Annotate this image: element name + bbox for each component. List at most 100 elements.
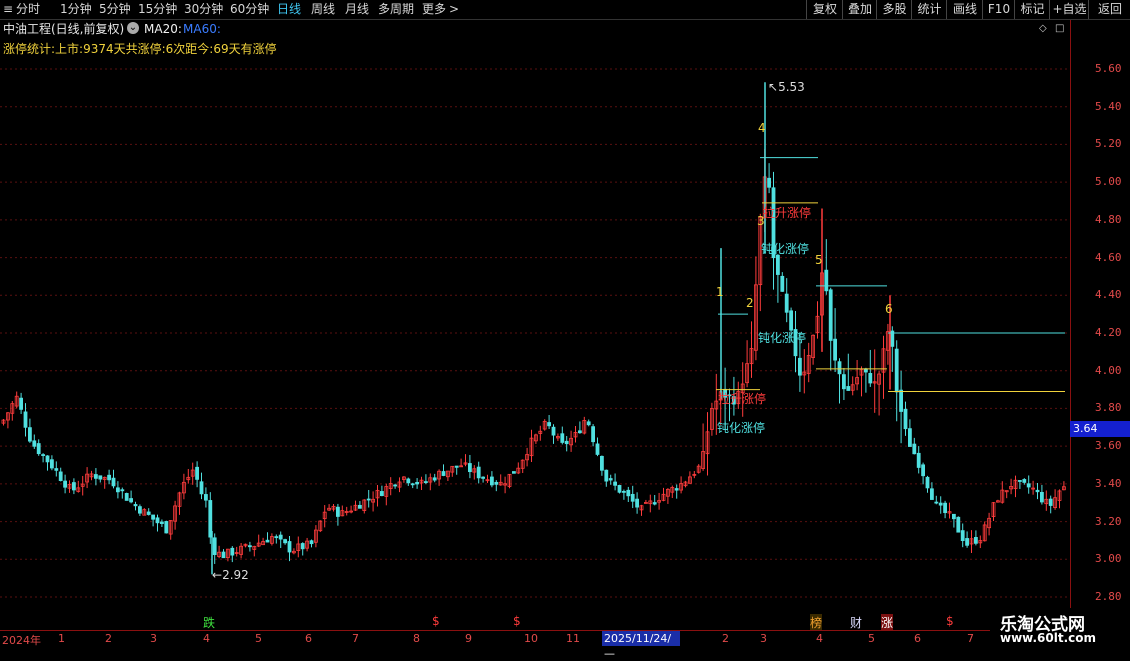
candle-body — [960, 530, 965, 542]
month-label: 8 — [413, 632, 420, 645]
candle-body — [921, 464, 925, 477]
chevron-right-icon[interactable]: > — [449, 2, 459, 16]
candle-body — [564, 440, 569, 445]
month-label: 7 — [352, 632, 359, 645]
candle-body — [230, 547, 235, 556]
event-rise[interactable]: 涨 — [881, 614, 894, 631]
candle-body — [494, 481, 499, 485]
statistics-button[interactable]: 统计 — [911, 0, 947, 19]
candle-body — [98, 475, 103, 480]
remark-button[interactable]: 标记 — [1014, 0, 1050, 19]
tab-monthly[interactable]: 月线 — [345, 2, 369, 16]
candle-body — [72, 482, 76, 491]
event-finance[interactable]: 财 — [850, 614, 862, 631]
low-price-label: ←2.92 — [212, 568, 249, 582]
candle-body — [300, 543, 305, 550]
add-watchlist-button[interactable]: +自选 — [1049, 0, 1089, 19]
candle-body — [54, 468, 59, 471]
candle-body — [586, 421, 591, 426]
candle-body — [956, 516, 961, 533]
candle-body — [133, 504, 138, 507]
tab-1min[interactable]: 1分钟 — [60, 2, 92, 16]
time-axis — [0, 630, 1130, 651]
square-icon[interactable]: □ — [1055, 23, 1064, 34]
candle-body — [274, 536, 279, 539]
menu-icon[interactable]: ≡ — [3, 2, 13, 16]
candle-body — [908, 428, 912, 447]
limit-number-5: 5 — [815, 253, 823, 267]
candle-body — [626, 489, 631, 497]
limit-number-2: 2 — [746, 296, 754, 310]
year-label: 2024年 — [2, 634, 41, 647]
candle-body — [406, 478, 411, 484]
limit-text-blunt-1: 钝化涨停 — [717, 421, 766, 435]
candle-body — [432, 477, 437, 481]
candle-body — [547, 422, 551, 427]
tab-daily[interactable]: 日线 — [277, 2, 301, 16]
event-dollar[interactable]: $ — [513, 614, 521, 628]
back-button[interactable]: 返回 — [1088, 0, 1130, 19]
candle-body — [36, 443, 41, 455]
tab-weekly[interactable]: 周线 — [311, 2, 335, 16]
restore-rights-button[interactable]: 复权 — [806, 0, 843, 19]
candle-body — [441, 471, 446, 476]
price-tick: 5.60 — [1095, 62, 1122, 75]
kline-chart[interactable] — [0, 20, 1070, 630]
candle-body — [1018, 480, 1022, 482]
tab-5min[interactable]: 5分钟 — [99, 2, 131, 16]
event-dollar[interactable]: $ — [946, 614, 954, 628]
tab-more[interactable]: 更多 — [422, 2, 446, 16]
event-drop[interactable]: 跌 — [203, 614, 215, 631]
candle-body — [1040, 492, 1044, 503]
diamond-icon[interactable]: ◇ — [1039, 23, 1047, 34]
candle-body — [23, 411, 28, 428]
candle-body — [1035, 489, 1040, 493]
candle-body — [366, 498, 371, 501]
price-tick: 5.40 — [1095, 99, 1122, 113]
candle-body — [784, 293, 789, 313]
limit-number-1: 1 — [716, 285, 724, 299]
candle-body — [833, 338, 837, 361]
month-label: 5 — [255, 632, 262, 645]
multi-stock-button[interactable]: 多股 — [876, 0, 912, 19]
candle-body — [925, 476, 930, 489]
month-label: 6 — [305, 632, 312, 645]
candle-body — [116, 487, 120, 493]
candle-body — [894, 348, 899, 393]
draw-line-button[interactable]: 画线 — [946, 0, 983, 19]
event-rank[interactable]: 榜 — [810, 614, 823, 631]
candle-body — [600, 455, 604, 471]
month-label: 1 — [58, 632, 65, 645]
candle-body — [221, 551, 226, 559]
candle-body — [1022, 479, 1027, 483]
month-label: 10 — [524, 632, 538, 645]
candle-body — [608, 478, 613, 481]
candle-body — [120, 489, 125, 492]
month-label: 3 — [760, 632, 767, 645]
candlestick-series — [1, 82, 1066, 575]
f10-button[interactable]: F10 — [982, 0, 1015, 19]
tab-30min[interactable]: 30分钟 — [184, 2, 223, 16]
candle-body — [489, 476, 494, 486]
tab-60min[interactable]: 60分钟 — [230, 2, 269, 16]
candle-body — [379, 491, 384, 497]
price-tick: 3.20 — [1095, 514, 1122, 528]
candle-body — [934, 501, 939, 504]
candle-body — [63, 480, 67, 488]
limit-text-rise-1: 拉升涨停 — [718, 392, 767, 406]
arrow-left-icon: ↖ — [768, 80, 779, 94]
candle-body — [199, 481, 204, 495]
current-date-tag: 2025/11/24/— — [602, 631, 680, 660]
candle-body — [551, 426, 556, 436]
price-tick: 4.40 — [1095, 288, 1122, 302]
event-dollar[interactable]: $ — [432, 614, 440, 628]
tab-multi-period[interactable]: 多周期 — [378, 2, 414, 16]
tab-intraday[interactable]: 分时 — [16, 2, 40, 16]
candle-body — [94, 474, 98, 479]
candle-body — [111, 477, 116, 487]
overlay-button[interactable]: 叠加 — [842, 0, 877, 19]
candle-body — [767, 177, 771, 188]
candle-body — [630, 493, 635, 502]
tab-15min[interactable]: 15分钟 — [138, 2, 177, 16]
candle-body — [798, 357, 802, 376]
